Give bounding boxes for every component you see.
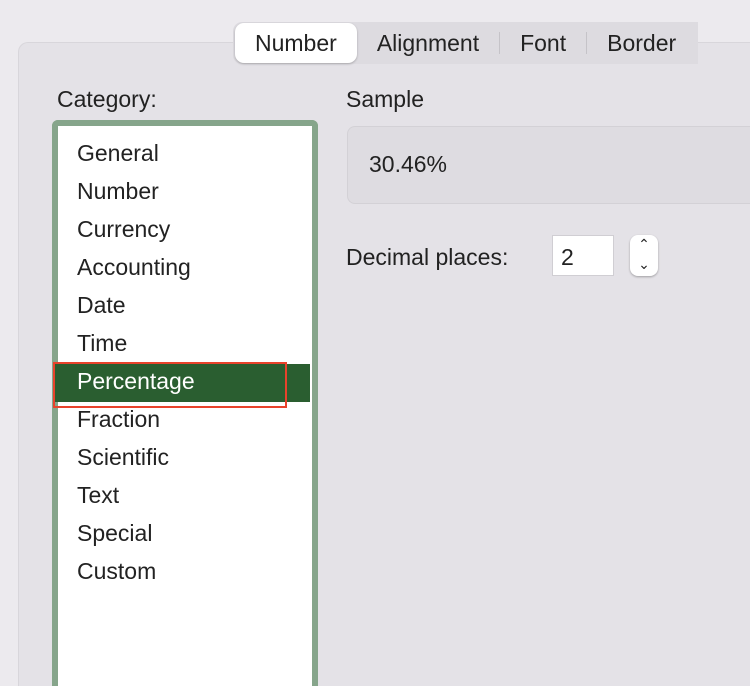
category-item-custom[interactable]: Custom	[58, 554, 312, 592]
tab-bar: Number Alignment Font Border	[233, 22, 699, 64]
category-item-label: Accounting	[77, 254, 191, 280]
category-item-number[interactable]: Number	[58, 174, 312, 212]
category-list[interactable]: General Number Currency Accounting Date Time P…	[52, 120, 318, 686]
category-item-currency[interactable]: Currency	[58, 212, 312, 250]
category-item-label: Date	[77, 292, 126, 318]
decimal-places-input[interactable]: 2	[552, 235, 614, 276]
highlight-box	[53, 362, 287, 408]
category-label: Category:	[57, 86, 157, 112]
tab-border[interactable]: Border	[587, 23, 696, 63]
category-item-scientific[interactable]: Scientific	[58, 440, 312, 478]
category-item-text[interactable]: Text	[58, 478, 312, 516]
category-item-general[interactable]: General	[58, 136, 312, 174]
sample-label: Sample	[346, 86, 424, 112]
decimal-places-stepper[interactable]: ⌃ ⌄	[630, 235, 658, 276]
category-item-label: Custom	[77, 558, 157, 584]
category-item-special[interactable]: Special	[58, 516, 312, 554]
category-item-time[interactable]: Time	[58, 326, 312, 364]
chevron-down-icon[interactable]: ⌄	[630, 255, 658, 275]
tab-number[interactable]: Number	[235, 23, 357, 63]
category-item-label: Currency	[77, 216, 171, 242]
category-item-accounting[interactable]: Accounting	[58, 250, 312, 288]
decimal-places-label: Decimal places:	[346, 244, 509, 270]
tab-alignment[interactable]: Alignment	[357, 23, 499, 63]
category-item-label: Fraction	[77, 406, 161, 432]
category-item-label: Number	[77, 178, 159, 204]
chevron-up-icon[interactable]: ⌃	[630, 235, 658, 255]
sample-box: 30.46%	[347, 126, 750, 204]
category-item-label: Scientific	[77, 444, 170, 470]
category-item-label: Text	[77, 482, 120, 508]
tab-font[interactable]: Font	[500, 23, 586, 63]
category-item-label: Special	[77, 520, 153, 546]
category-item-label: General	[77, 140, 159, 166]
category-item-percentage[interactable]: Percentage	[53, 362, 310, 408]
category-item-date[interactable]: Date	[58, 288, 312, 326]
category-item-label: Time	[77, 330, 128, 356]
